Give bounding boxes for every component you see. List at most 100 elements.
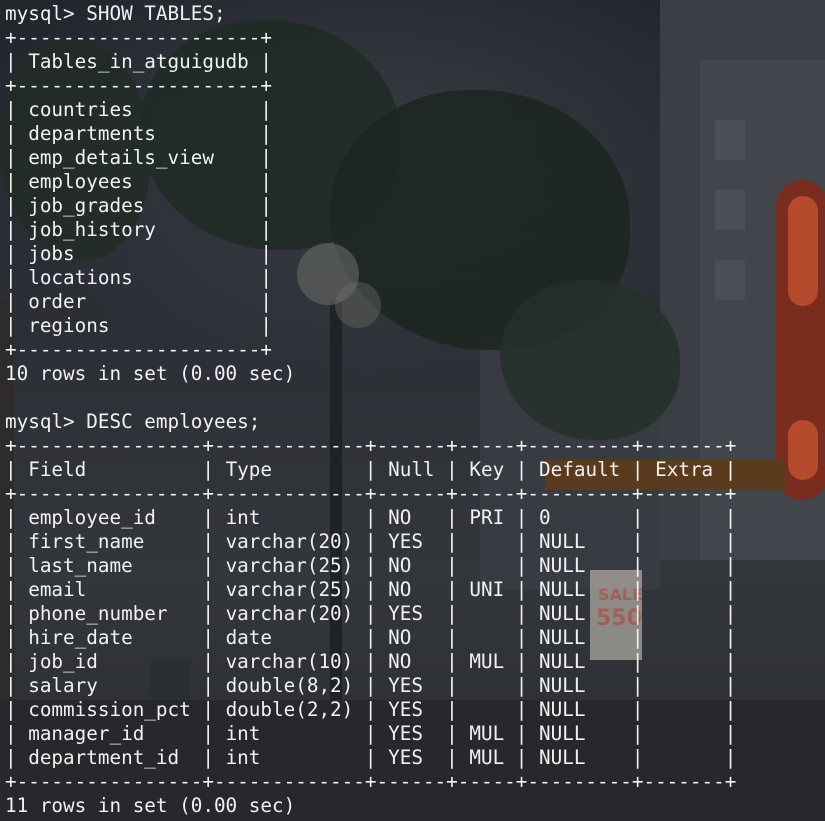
table-name-cell: job_grades [28,194,249,217]
cell-default: NULL [539,530,621,553]
cell-default: NULL [539,602,621,625]
cell-extra [655,554,713,577]
cell-default: NULL [539,698,621,721]
cell-default: NULL [539,746,621,769]
cell-key: MUL [469,746,505,769]
cell-null: NO [388,506,435,529]
cell-type: varchar(10) [225,650,354,673]
table-row: | phone_number | varchar(20) | YES | | N… [5,602,737,625]
table-row: | commission_pct | double(2,2) | YES | |… [5,698,737,721]
table-border: +---------------------+ [5,26,272,49]
cell-key [469,530,504,553]
cell-null: NO [388,626,435,649]
command-line: mysql> DESC employees; [5,410,736,434]
cell-default: NULL [539,554,621,577]
cell-key [469,698,504,721]
cell-extra [655,698,713,721]
cell-type: int [225,722,354,745]
cell-default: 0 [539,506,621,529]
cell-field: salary [28,674,191,697]
command-show-tables: SHOW TABLES; [86,2,226,25]
table-row: | job_id | varchar(10) | NO | MUL | NULL… [5,650,737,673]
cell-extra [655,650,713,673]
cell-type: date [225,626,354,649]
cell-field: phone_number [28,602,191,625]
column-header-null: Null [388,458,435,481]
table-name-cell: job_history [28,218,249,241]
table-row: | jobs | [5,242,272,265]
cell-key: PRI [469,506,505,529]
cell-key: MUL [469,722,505,745]
cell-key [469,626,504,649]
table-column-header: Tables_in_atguigudb [28,50,249,73]
cell-null: YES [388,530,435,553]
cell-extra [655,674,713,697]
cell-type: int [225,746,354,769]
mysql-prompt: mysql> [5,410,87,433]
table-border: +----------------+-------------+------+-… [5,482,737,505]
summary-line: 11 rows in set (0.00 sec) [5,794,736,818]
table-header-row: | Tables_in_atguigudb | [5,50,272,73]
cell-extra [655,602,713,625]
cell-extra [655,746,713,769]
table-row: | last_name | varchar(25) | NO | | NULL … [5,554,737,577]
table-row: | employee_id | int | NO | PRI | 0 | | [5,506,737,529]
cell-type: varchar(20) [225,602,354,625]
table-row: | employees | [5,170,272,193]
cell-type: varchar(25) [225,554,354,577]
table-row: | order | [5,290,272,313]
cell-key [469,674,504,697]
table-name-cell: locations [28,266,249,289]
cell-null: NO [388,578,435,601]
column-header-type: Type [225,458,354,481]
cell-type: double(2,2) [225,698,354,721]
cell-key [469,602,504,625]
cell-default: NULL [539,674,621,697]
cell-type: double(8,2) [225,674,354,697]
cell-extra [655,506,713,529]
table-row: | job_history | [5,218,272,241]
cell-type: varchar(25) [225,578,354,601]
table-border: +----------------+-------------+------+-… [5,434,737,457]
table-name-cell: regions [28,314,249,337]
table-name-cell: emp_details_view [28,146,249,169]
cell-extra [655,530,713,553]
table-row: | hire_date | date | NO | | NULL | | [5,626,737,649]
mysql-terminal-output[interactable]: mysql> SHOW TABLES; +--------------------… [5,2,736,818]
cell-null: NO [388,650,435,673]
cell-default: NULL [539,578,621,601]
table-row: | countries | [5,98,272,121]
cell-extra [655,578,713,601]
cell-field: email [28,578,191,601]
cell-field: department_id [28,746,191,769]
result-summary: 10 rows in set (0.00 sec) [5,362,296,385]
table-row: | regions | [5,314,272,337]
table-row: | first_name | varchar(20) | YES | | NUL… [5,530,737,553]
table-row: | locations | [5,266,272,289]
table-row: | department_id | int | YES | MUL | NULL… [5,746,737,769]
cell-type: varchar(20) [225,530,354,553]
table-row: | job_grades | [5,194,272,217]
cell-null: YES [388,722,435,745]
cell-field: commission_pct [28,698,191,721]
cell-null: YES [388,746,435,769]
table-border: +----------------+-------------+------+-… [5,770,737,793]
table-row: | manager_id | int | YES | MUL | NULL | … [5,722,737,745]
cell-field: first_name [28,530,191,553]
table-border: +---------------------+ [5,338,272,361]
table-header-row: | Field | Type | Null | Key | Default | … [5,458,737,481]
column-header-field: Field [28,458,191,481]
cell-extra [655,626,713,649]
cell-field: employee_id [28,506,191,529]
cell-null: NO [388,554,435,577]
cell-field: job_id [28,650,191,673]
table-row: | departments | [5,122,272,145]
cell-extra [655,722,713,745]
background-shop-sign-inner [788,420,818,480]
table-name-cell: employees [28,170,249,193]
table-row: | email | varchar(25) | NO | UNI | NULL … [5,578,737,601]
cell-null: YES [388,698,435,721]
cell-default: NULL [539,722,621,745]
cell-default: NULL [539,650,621,673]
